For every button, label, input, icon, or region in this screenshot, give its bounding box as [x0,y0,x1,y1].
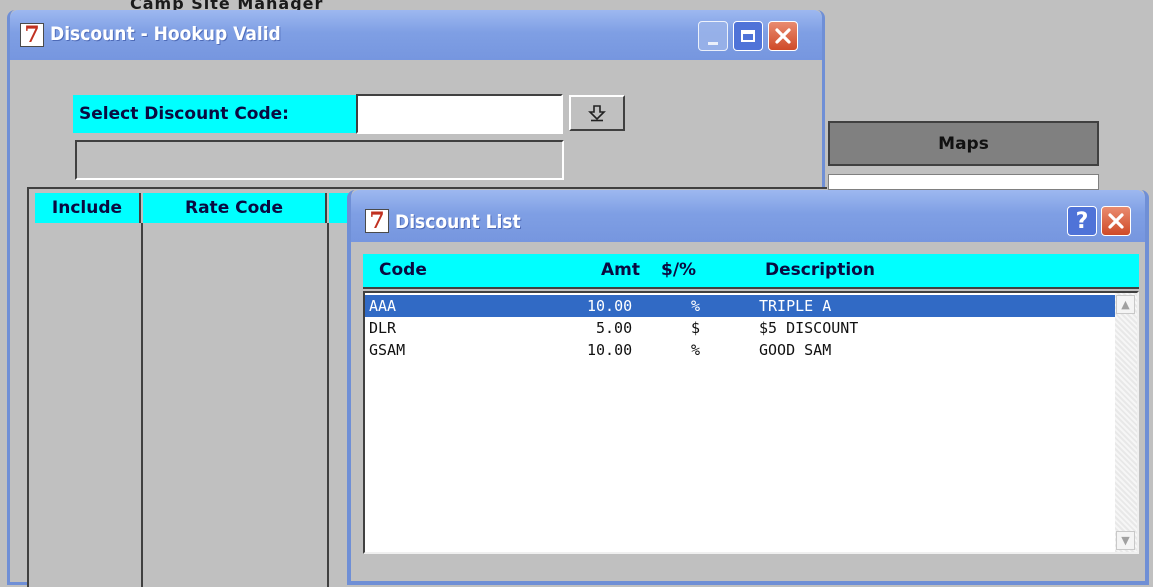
description-cell: $5 DISCOUNT [759,319,859,337]
discount-description-field [75,140,564,180]
list-scrollbar[interactable]: ▲ ▼ [1115,293,1137,552]
description-cell: GOOD SAM [759,341,832,359]
amt-cell: 10.00 [587,341,633,359]
scroll-down-button[interactable]: ▼ [1116,531,1135,550]
list-item[interactable]: DLR 5.00 $ $5 DISCOUNT [365,317,1115,339]
discount-list[interactable]: AAA 10.00 % TRIPLE A DLR 5.00 $ $5 DISCO… [363,291,1139,554]
select-discount-code-label: Select Discount Code: [73,95,358,133]
down-arrow-icon [588,105,606,122]
discount-list-header: Code Amt $/% Description [363,254,1139,289]
type-cell: % [691,297,701,315]
code-column-header[interactable]: Code [379,260,427,280]
help-icon: ? [1075,208,1089,234]
maximize-button[interactable] [733,21,763,51]
close-list-button[interactable] [1101,206,1131,236]
main-titlebar[interactable]: 7 Discount - Hookup Valid [10,10,822,60]
grid-divider [327,223,329,587]
amt-column-header[interactable]: Amt [601,260,640,280]
include-column-header[interactable]: Include [35,193,141,223]
maps-tab[interactable]: Maps [828,121,1099,166]
list-titlebar[interactable]: 7 Discount List ? [351,190,1145,242]
maximize-icon [741,30,755,42]
close-icon [775,28,791,44]
list-item[interactable]: AAA 10.00 % TRIPLE A [365,295,1115,317]
type-cell: % [691,341,701,359]
close-icon [1108,213,1124,229]
grid-divider [141,223,143,587]
code-cell: GSAM [369,341,406,359]
code-cell: DLR [369,319,397,337]
background-panel [828,174,1099,190]
minimize-icon [708,41,718,45]
list-item[interactable]: GSAM 10.00 % GOOD SAM [365,339,1115,361]
discount-list-window: 7 Discount List ? Code Amt $/% Descripti… [347,190,1149,585]
lookup-button[interactable] [569,95,625,131]
close-button[interactable] [768,21,798,51]
minimize-button[interactable] [698,21,728,51]
amt-cell: 10.00 [587,297,633,315]
app-logo-icon: 7 [20,23,44,47]
app-logo-icon: 7 [365,209,389,233]
description-cell: TRIPLE A [759,297,832,315]
scroll-down-icon: ▼ [1121,534,1130,547]
rate-code-column-header[interactable]: Rate Code [143,193,327,223]
type-column-header[interactable]: $/% [661,260,696,280]
scroll-up-icon: ▲ [1121,298,1130,311]
scroll-up-button[interactable]: ▲ [1116,295,1135,314]
main-window-title: Discount - Hookup Valid [50,23,281,45]
amt-cell: 5.00 [596,319,633,337]
help-button[interactable]: ? [1067,206,1097,236]
list-window-title: Discount List [395,211,521,233]
discount-code-input[interactable] [356,94,563,134]
type-cell: $ [691,319,701,337]
description-column-header[interactable]: Description [765,260,875,280]
code-cell: AAA [369,297,397,315]
